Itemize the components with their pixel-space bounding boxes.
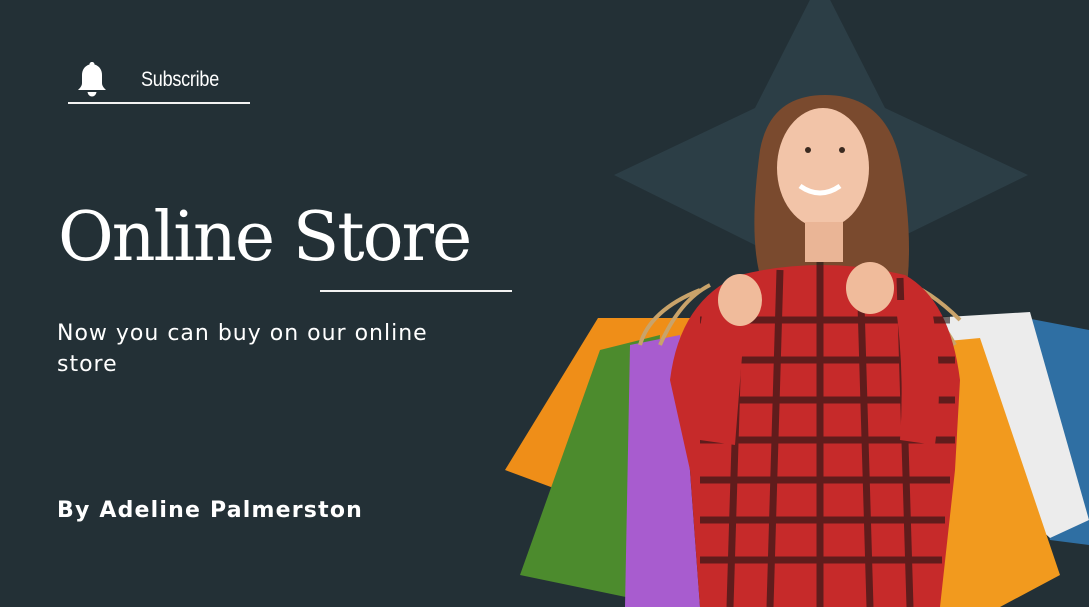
author-byline: By Adeline Palmerston (57, 498, 363, 523)
hand-left (718, 274, 762, 326)
subscribe-label: Subscribe (141, 68, 219, 91)
eye-left (805, 147, 811, 153)
page-title: Online Store (58, 198, 472, 277)
face (777, 108, 869, 228)
slide-canvas: Subscribe Online Store Now you can buy o… (0, 0, 1089, 607)
title-underline (320, 290, 512, 292)
bell-icon (78, 62, 106, 97)
neck (805, 222, 843, 262)
arm-right (895, 300, 939, 445)
eye-right (839, 147, 845, 153)
subtitle: Now you can buy on our online store (57, 321, 428, 377)
subscribe-button[interactable]: Subscribe (68, 60, 250, 104)
shopper-with-bags-photo (505, 0, 1089, 607)
hand-right (846, 262, 894, 314)
